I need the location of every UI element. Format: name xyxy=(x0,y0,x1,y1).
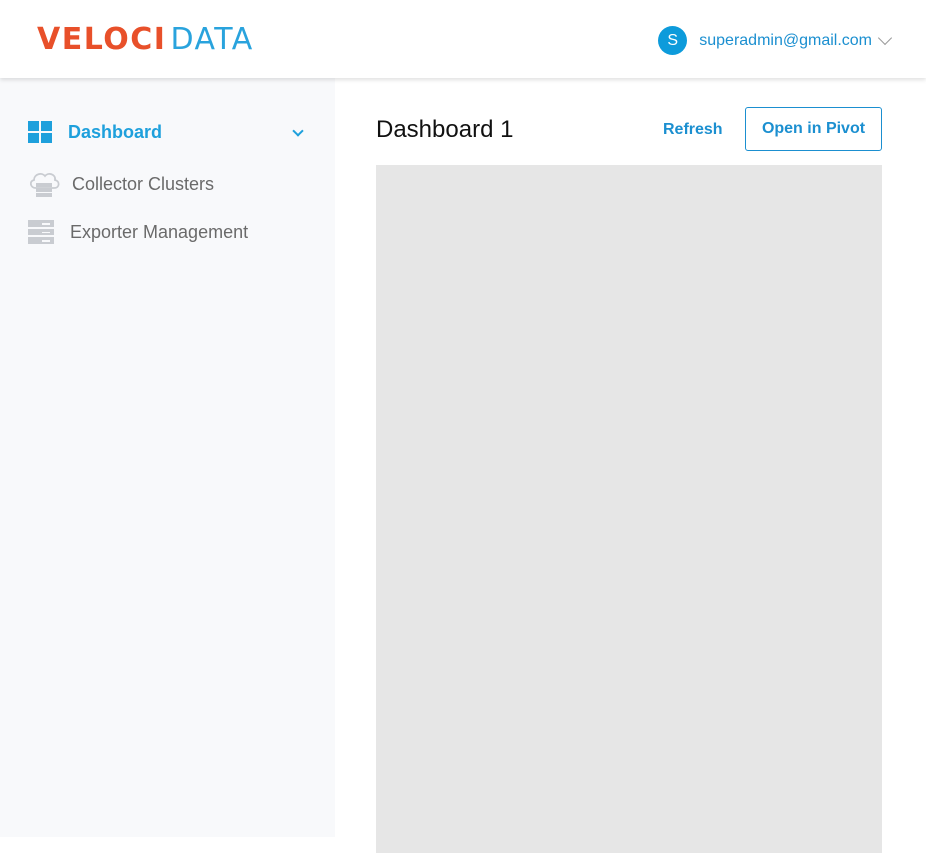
chevron-down-icon[interactable] xyxy=(292,125,304,137)
cloud-server-icon xyxy=(28,170,61,198)
server-rack-icon xyxy=(28,220,54,245)
refresh-button[interactable]: Refresh xyxy=(663,121,723,139)
logo-part-data: DATA xyxy=(170,22,254,57)
user-menu[interactable]: S superadmin@gmail.com xyxy=(658,26,893,55)
sidebar-item-exporter-management[interactable]: Exporter Management xyxy=(28,220,249,245)
dashboard-grid-icon xyxy=(28,121,53,144)
page-title: Dashboard 1 xyxy=(376,116,514,143)
sidebar-item-label: Dashboard xyxy=(68,122,163,142)
sidebar-item-collector-clusters[interactable]: Collector Clusters xyxy=(28,170,214,198)
open-in-pivot-button[interactable]: Open in Pivot xyxy=(745,107,882,151)
user-email[interactable]: superadmin@gmail.com xyxy=(699,32,872,50)
sidebar-item-label: Collector Clusters xyxy=(72,173,215,194)
sidebar-item-label: Exporter Management xyxy=(70,221,249,242)
top-header: VELOCI DATA S superadmin@gmail.com xyxy=(0,0,926,78)
sidebar-item-dashboard[interactable]: Dashboard xyxy=(28,121,304,144)
dashboard-panel xyxy=(376,165,882,853)
velocidata-logo[interactable]: VELOCI DATA xyxy=(37,25,254,55)
logo-part-veloci: VELOCI xyxy=(37,22,167,57)
avatar[interactable]: S xyxy=(658,26,688,55)
sidebar: Dashboard Collector Clusters Exporter Ma… xyxy=(0,78,335,837)
chevron-down-icon[interactable] xyxy=(877,30,893,46)
